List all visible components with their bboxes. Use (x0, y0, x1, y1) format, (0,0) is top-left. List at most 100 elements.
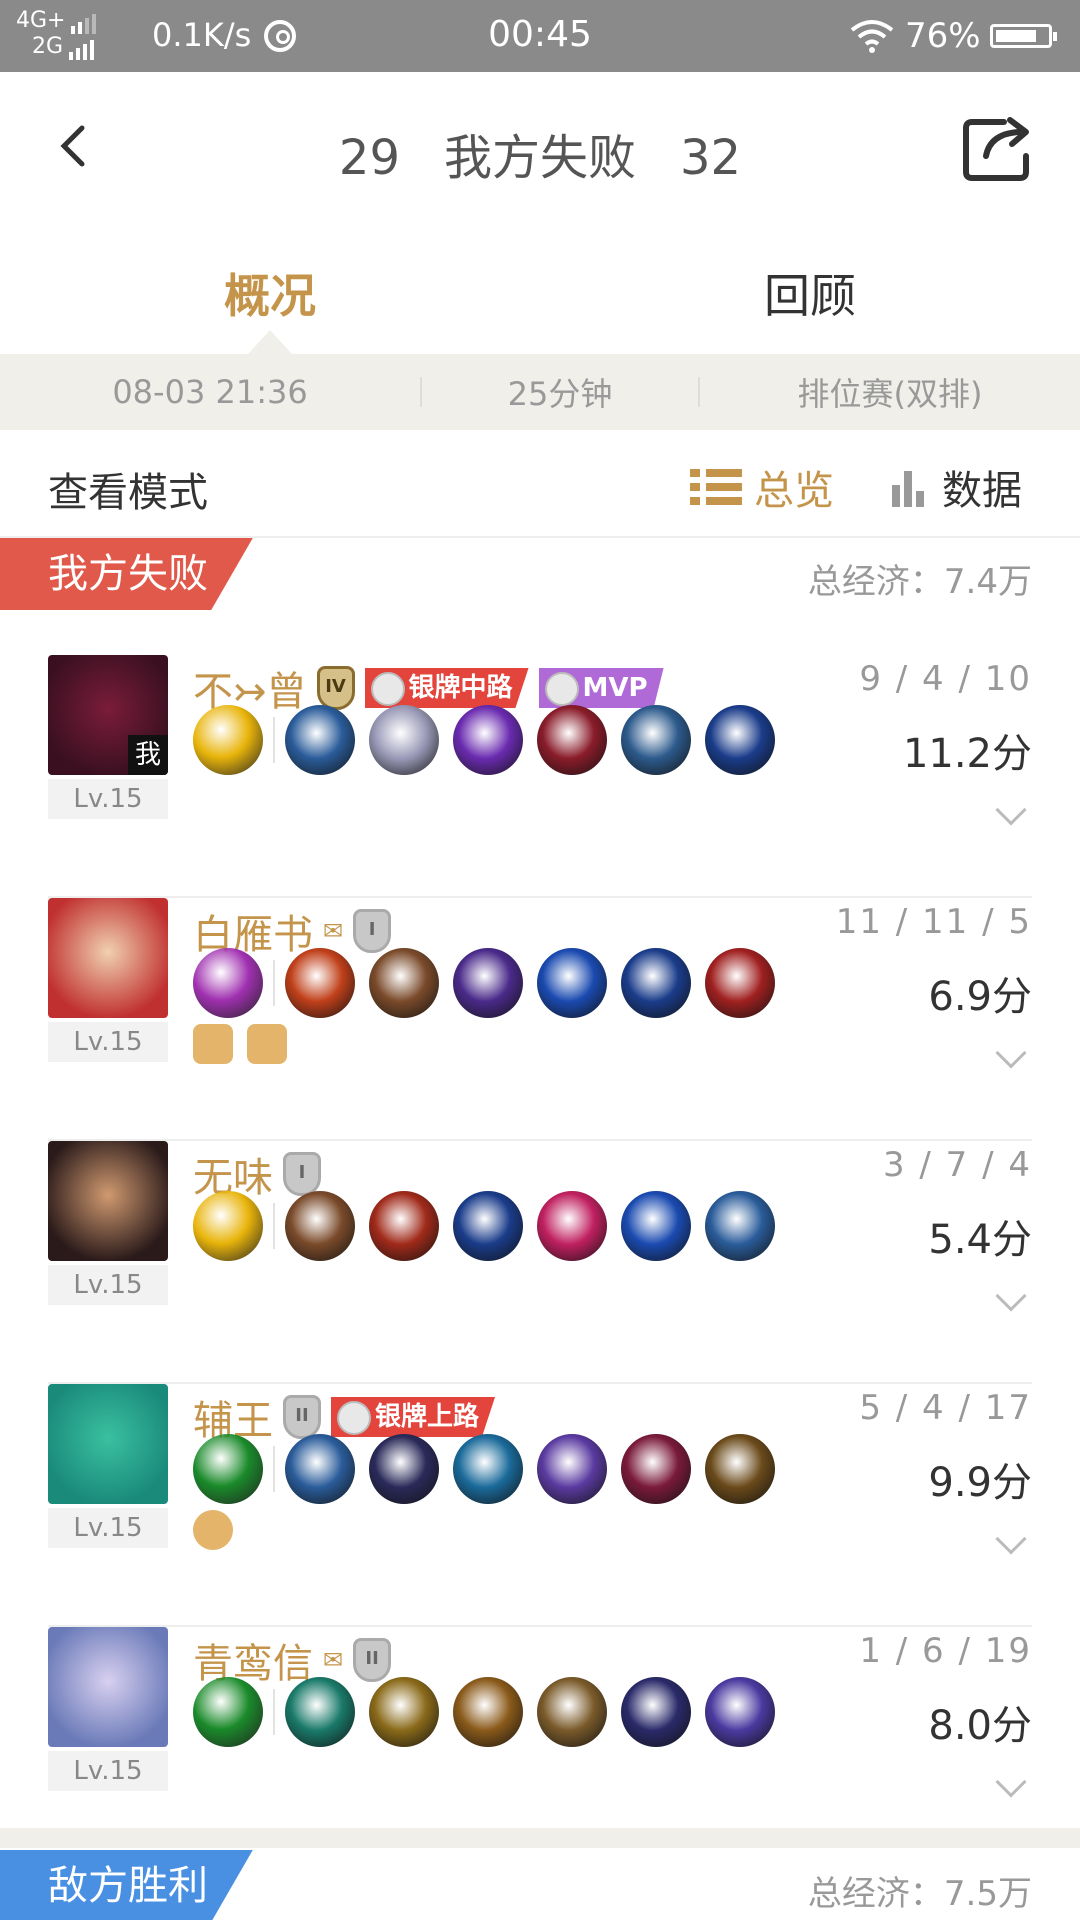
tab-review[interactable]: 回顾 (540, 222, 1080, 354)
equipment-item-icon (705, 1434, 775, 1504)
equipment-item-icon (537, 705, 607, 775)
team-economy: 总经济：7.4万 (807, 562, 1032, 602)
mail-icon: ✉ (323, 917, 344, 945)
player-level: Lv.15 (48, 1751, 168, 1791)
player-row[interactable]: 我 Lv.15 不↣曾 IV 银牌中路 MVP 9 / 4 / 10 11.2分 (0, 655, 1080, 898)
hero-avatar (48, 1627, 168, 1747)
view-mode-label: 查看模式 (48, 470, 208, 516)
equipment-item-icon (453, 1677, 523, 1747)
summoner-skill-icon (193, 705, 263, 775)
player-level: Lv.15 (48, 1022, 168, 1062)
player-row[interactable]: Lv.15 无味 I 3 / 7 / 4 5.4分 (0, 1141, 1080, 1384)
summoner-skill-icon (193, 1677, 263, 1747)
equipment-item-icon (621, 705, 691, 775)
data-toggle[interactable]: 数据 (890, 458, 1022, 516)
player-row[interactable]: Lv.15 白雁书 ✉ I 11 / 11 / 5 6.9分 (0, 898, 1080, 1141)
match-mode: 排位赛(双排) (797, 375, 983, 413)
team-economy: 总经济：7.5万 (807, 1874, 1032, 1914)
bar-chart-icon (892, 471, 924, 507)
me-badge: 我 (128, 735, 168, 775)
player-level: Lv.15 (48, 779, 168, 819)
equipment-row (193, 948, 775, 1018)
rank-badge-icon: I (353, 909, 392, 953)
overview-toggle[interactable]: 总览 (690, 458, 834, 516)
equipment-item-icon (285, 705, 355, 775)
equipment-item-icon (621, 948, 691, 1018)
equipment-item-icon (705, 705, 775, 775)
player-level: Lv.15 (48, 1508, 168, 1548)
helmet-icon (247, 1024, 287, 1064)
equipment-item-icon (285, 1434, 355, 1504)
shield-icon (193, 1510, 233, 1550)
player-row[interactable]: Lv.15 辅王 II 银牌上路 5 / 4 / 17 9.9分 (0, 1384, 1080, 1627)
rank-badge-icon: I (283, 1152, 321, 1196)
match-title: 29 我方失败 32 (0, 118, 1080, 188)
player-score: 11.2分 (902, 731, 1032, 777)
equipment-row (193, 1677, 775, 1747)
equipment-row (193, 705, 775, 775)
share-icon (963, 117, 1029, 181)
hero-avatar (48, 1141, 168, 1261)
match-result: 我方失败 (443, 130, 636, 186)
equipment-item-icon (705, 948, 775, 1018)
wifi-icon (850, 20, 894, 53)
rank-badge-icon: IV (316, 666, 355, 710)
match-duration: 25分钟 (507, 375, 613, 413)
our-score: 29 (338, 130, 400, 186)
list-icon (690, 467, 742, 507)
share-button[interactable] (960, 112, 1036, 184)
chevron-down-icon[interactable] (995, 1523, 1027, 1555)
equipment-item-icon (453, 948, 523, 1018)
enemy-score: 32 (680, 130, 742, 186)
honor-tag: 银牌上路 (331, 1397, 496, 1437)
kda-stat: 5 / 4 / 17 (859, 1388, 1032, 1428)
divider (273, 1689, 275, 1735)
equipment-item-icon (369, 948, 439, 1018)
hero-avatar: 我 (48, 655, 168, 775)
tab-bar: 概况 回顾 (0, 222, 1080, 354)
equipment-item-icon (453, 1191, 523, 1261)
divider (273, 1203, 275, 1249)
chevron-down-icon[interactable] (995, 1280, 1027, 1312)
honor-tag: MVP (538, 668, 664, 708)
equipment-item-icon (369, 1191, 439, 1261)
equipment-item-icon (369, 705, 439, 775)
equipment-row (193, 1434, 775, 1504)
chevron-down-icon[interactable] (995, 1037, 1027, 1069)
chevron-down-icon[interactable] (995, 794, 1027, 826)
equipment-item-icon (453, 705, 523, 775)
section-gap (0, 1828, 1080, 1848)
battery-percent: 76% (905, 16, 981, 56)
kda-stat: 1 / 6 / 19 (859, 1631, 1032, 1671)
summoner-skill-icon (193, 1434, 263, 1504)
kda-stat: 3 / 7 / 4 (882, 1145, 1032, 1185)
hero-avatar (48, 1384, 168, 1504)
equipment-item-icon (621, 1677, 691, 1747)
header: 29 我方失败 32 (0, 72, 1080, 222)
hero-avatar (48, 898, 168, 1018)
extra-badges (193, 1510, 233, 1550)
player-score: 5.4分 (928, 1217, 1032, 1263)
divider (273, 1446, 275, 1492)
battery-icon (990, 24, 1057, 48)
honor-tag: 银牌中路 (364, 668, 529, 708)
player-score: 6.9分 (928, 974, 1032, 1020)
summoner-skill-icon (193, 948, 263, 1018)
summoner-skill-icon (193, 1191, 263, 1261)
kda-stat: 11 / 11 / 5 (835, 902, 1032, 942)
view-mode-bar: 查看模式 总览 数据 (0, 430, 1080, 538)
sword-icon (193, 1024, 233, 1064)
player-score: 9.9分 (928, 1460, 1032, 1506)
equipment-row (193, 1191, 775, 1261)
chevron-down-icon[interactable] (995, 1766, 1027, 1798)
mail-icon: ✉ (323, 1646, 344, 1674)
match-info-bar: 08-03 21:36 25分钟 排位赛(双排) (0, 354, 1080, 430)
equipment-item-icon (537, 1191, 607, 1261)
kda-stat: 9 / 4 / 10 (859, 659, 1032, 699)
divider (273, 717, 275, 763)
active-tab-caret (248, 330, 292, 354)
equipment-item-icon (285, 1677, 355, 1747)
equipment-item-icon (705, 1191, 775, 1261)
equipment-item-icon (285, 1191, 355, 1261)
equipment-item-icon (537, 948, 607, 1018)
